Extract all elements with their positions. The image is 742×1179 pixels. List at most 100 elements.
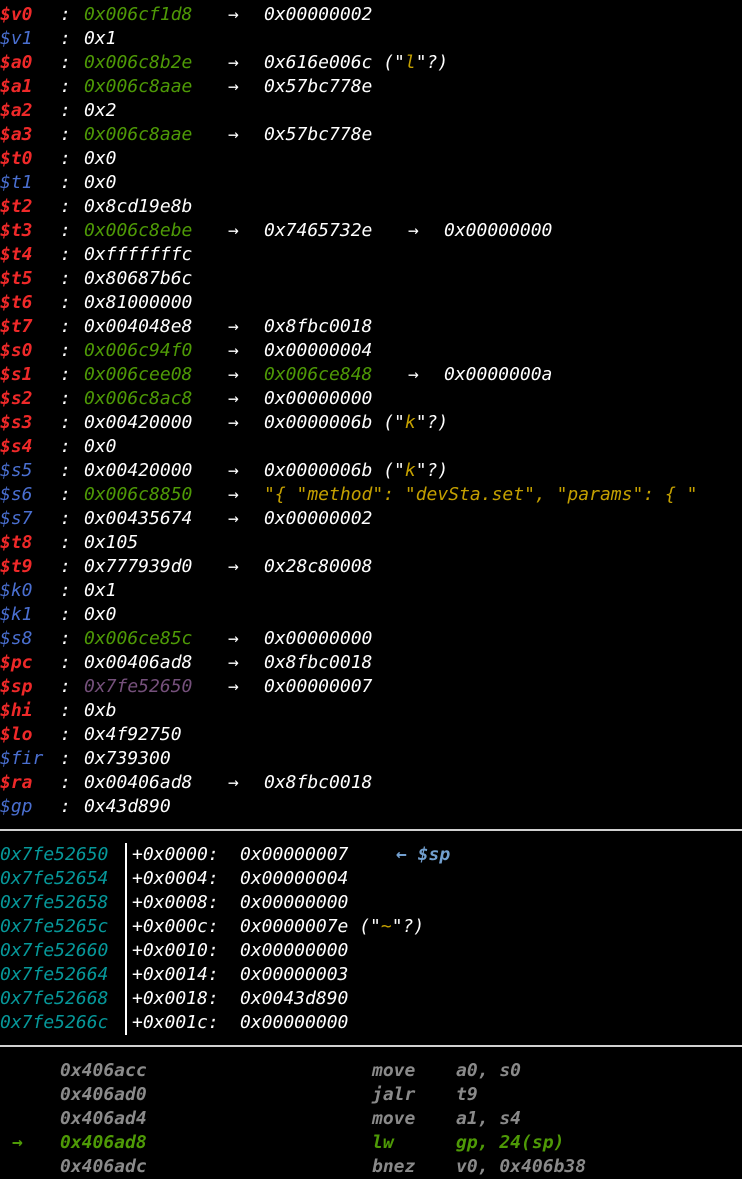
register-name: $fir <box>0 748 44 769</box>
stack-row: 0x7fe52650 +0x0000: 0x00000007 ← $sp <box>0 843 742 867</box>
register-colon: : <box>60 100 71 121</box>
register-name: $t4 <box>0 244 33 265</box>
register-value: 0x0 <box>84 436 117 457</box>
register-colon: : <box>60 556 71 577</box>
instruction-mnemonic: move <box>372 1108 416 1129</box>
stack-value: 0x00000000 <box>240 940 349 961</box>
register-colon: : <box>60 196 71 217</box>
stack-address: 0x7fe52664 <box>0 964 109 985</box>
register-value: 0x616e006c ("l"?) <box>264 52 449 73</box>
dereference-arrow: → <box>228 556 239 577</box>
register-value: 0x28c80008 <box>264 556 373 577</box>
register-value: 0x00435674 <box>84 508 193 529</box>
register-row: $t4:0xfffffffc <box>0 243 742 267</box>
register-value: 0x777939d0 <box>84 556 193 577</box>
stack-offset: +0x0004: <box>132 868 219 889</box>
register-colon: : <box>60 700 71 721</box>
register-name: $t9 <box>0 556 33 577</box>
register-value: 0x0 <box>84 172 117 193</box>
register-colon: : <box>60 628 71 649</box>
register-value: 0x006c8850 <box>84 484 193 505</box>
register-value: 0x00000002 <box>264 4 373 25</box>
register-name: $k0 <box>0 580 33 601</box>
register-row: $s2:0x006c8ac8 → 0x00000000 <box>0 387 742 411</box>
register-row: $a3:0x006c8aae → 0x57bc778e <box>0 123 742 147</box>
stack-row: 0x7fe52654 +0x0004: 0x00000004 <box>0 867 742 891</box>
string-char: k <box>404 412 416 433</box>
register-colon: : <box>60 148 71 169</box>
register-colon: : <box>60 436 71 457</box>
register-value: 0x80687b6c <box>84 268 193 289</box>
register-row: $t8:0x105 <box>0 531 742 555</box>
register-row: $s1:0x006cee08 → 0x006ce848 → 0x0000000a <box>0 363 742 387</box>
dereference-arrow: → <box>228 316 239 337</box>
dereference-arrow: → <box>228 52 239 73</box>
instruction-operands: a0, s0 <box>456 1060 522 1081</box>
register-colon: : <box>60 268 71 289</box>
register-name: $s3 <box>0 412 33 433</box>
stack-value: 0x00000000 <box>240 1012 349 1033</box>
register-colon: : <box>60 532 71 553</box>
dereference-arrow: → <box>228 676 239 697</box>
register-colon: : <box>60 580 71 601</box>
stack-address: 0x7fe5266c <box>0 1012 109 1033</box>
instruction-mnemonic: bnez <box>372 1156 416 1177</box>
register-value: 0x00406ad8 <box>84 772 193 793</box>
register-colon: : <box>60 364 71 385</box>
register-row: $a2:0x2 <box>0 99 742 123</box>
dereference-arrow: → <box>228 484 239 505</box>
dereference-arrow: → <box>228 124 239 145</box>
registers-stack-divider <box>0 829 742 831</box>
register-colon: : <box>60 172 71 193</box>
register-name: $a1 <box>0 76 33 97</box>
instruction-row: 0x406ad4 move a1, s4 <box>0 1107 742 1131</box>
register-name: $t5 <box>0 268 33 289</box>
register-value: 0x004048e8 <box>84 316 193 337</box>
register-value: 0x8cd19e8b <box>84 196 193 217</box>
register-value: 0x00000007 <box>264 676 373 697</box>
register-value: 0x00000000 <box>264 388 373 409</box>
register-value: 0x0000006b ("k"?) <box>264 460 449 481</box>
register-colon: : <box>60 4 71 25</box>
current-instruction: → 0x406ad8 lw gp, 24(sp) <box>0 1131 742 1155</box>
register-colon: : <box>60 652 71 673</box>
stack-offset: +0x0008: <box>132 892 219 913</box>
register-value: 0x00420000 <box>84 460 193 481</box>
register-row: $a1:0x006c8aae → 0x57bc778e <box>0 75 742 99</box>
register-colon: : <box>60 604 71 625</box>
register-row: $t7:0x004048e8 → 0x8fbc0018 <box>0 315 742 339</box>
register-row: $s0:0x006c94f0 → 0x00000004 <box>0 339 742 363</box>
dereference-arrow: → <box>228 76 239 97</box>
stack-row: 0x7fe5266c +0x001c: 0x00000000 <box>0 1011 742 1035</box>
stack-row: 0x7fe52668 +0x0018: 0x0043d890 <box>0 987 742 1011</box>
stack-row: 0x7fe52660 +0x0010: 0x00000000 <box>0 939 742 963</box>
register-value: 0x006c8aae <box>84 124 193 145</box>
register-name: $s7 <box>0 508 33 529</box>
register-value: 0x006c8aae <box>84 76 193 97</box>
register-row: $k1:0x0 <box>0 603 742 627</box>
register-name: $t2 <box>0 196 33 217</box>
register-name: $hi <box>0 700 33 721</box>
stack-value: 0x0043d890 <box>240 988 349 1009</box>
stack-offset: +0x0000: <box>132 844 219 865</box>
register-row: $a0:0x006c8b2e → 0x616e006c ("l"?) <box>0 51 742 75</box>
register-colon: : <box>60 772 71 793</box>
register-row: $v1:0x1 <box>0 27 742 51</box>
register-row: $k0:0x1 <box>0 579 742 603</box>
register-value: 0x1 <box>84 580 117 601</box>
register-row: $sp:0x7fe52650 → 0x00000007 <box>0 675 742 699</box>
register-colon: : <box>60 508 71 529</box>
register-name: $t0 <box>0 148 33 169</box>
register-row: $s4:0x0 <box>0 435 742 459</box>
stack-row: 0x7fe52664 +0x0014: 0x00000003 <box>0 963 742 987</box>
register-name: $t6 <box>0 292 33 313</box>
register-value: 0x00406ad8 <box>84 652 193 673</box>
stack-offset: +0x001c: <box>132 1012 219 1033</box>
dereference-arrow: → <box>228 508 239 529</box>
dereference-arrow: → <box>408 364 419 385</box>
stack-offset: +0x000c: <box>132 916 219 937</box>
register-value: 0x006cf1d8 <box>84 4 193 25</box>
stack-value: 0x00000004 <box>240 868 349 889</box>
register-value: 0x0 <box>84 604 117 625</box>
instruction-operands: t9 <box>456 1084 478 1105</box>
